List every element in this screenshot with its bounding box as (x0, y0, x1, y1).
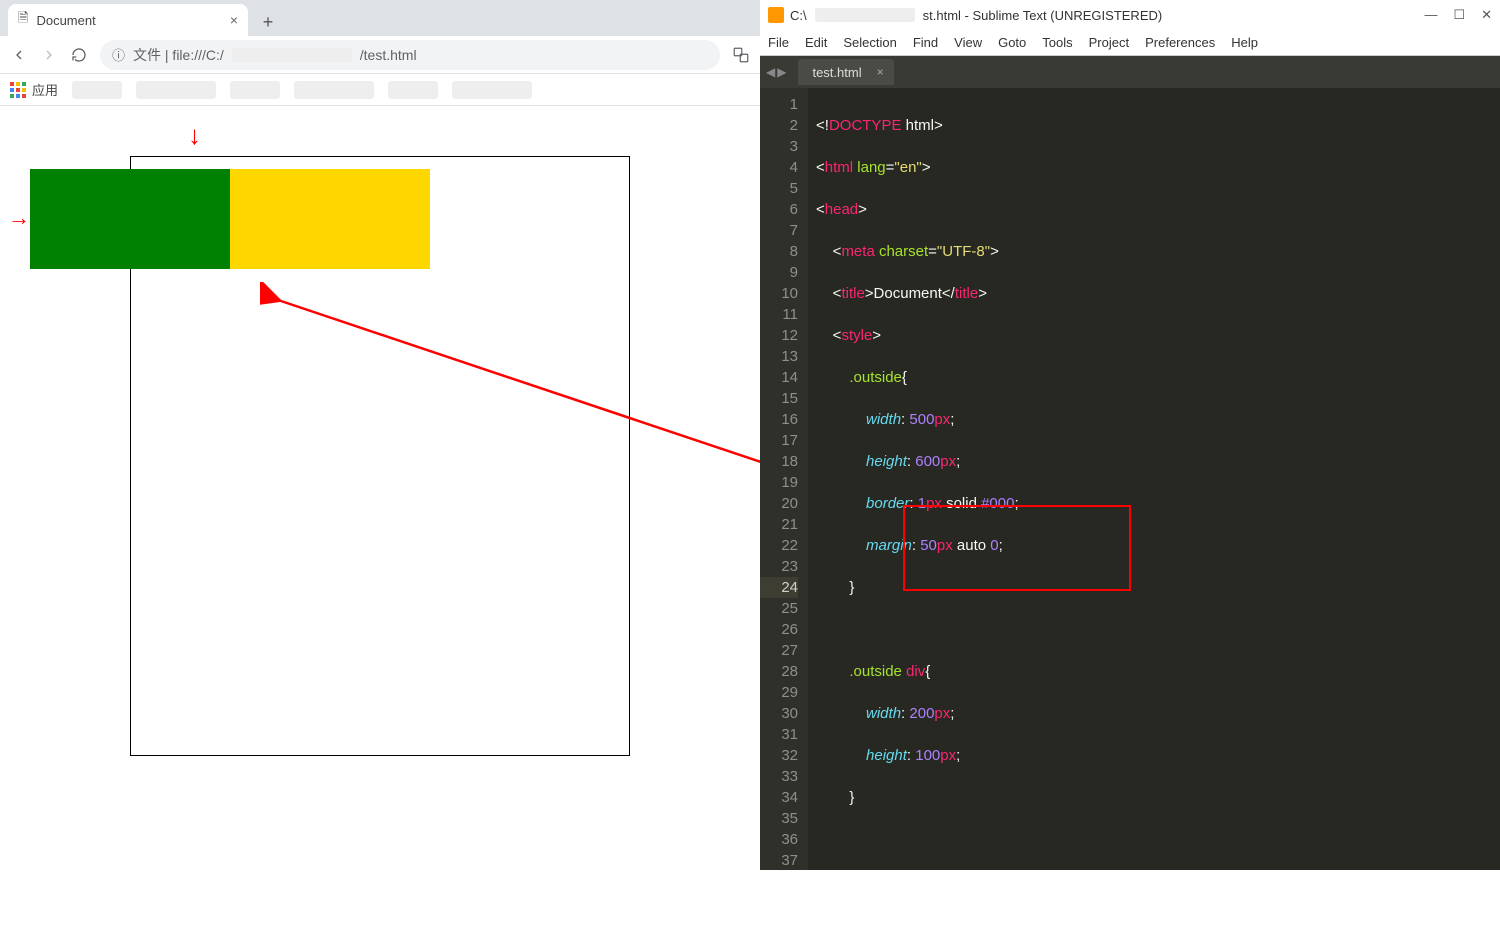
address-bar: ⓘ 文件 | file:///C:/ /test.html (0, 36, 760, 74)
close-button[interactable]: ✕ (1481, 7, 1492, 23)
title-suffix: st.html - Sublime Text (UNREGISTERED) (923, 8, 1163, 23)
annotation-arrow-right: → (8, 205, 30, 231)
menu-selection[interactable]: Selection (843, 35, 896, 50)
forward-button[interactable] (40, 46, 58, 64)
bookmark-item[interactable] (388, 81, 438, 99)
browser-tabbar: 🗎 Document × + (0, 0, 760, 36)
file-tab[interactable]: test.html × (798, 59, 893, 85)
close-tab-icon[interactable]: × (230, 12, 238, 28)
menu-help[interactable]: Help (1231, 35, 1258, 50)
close-file-icon[interactable]: × (877, 65, 884, 79)
menu-tools[interactable]: Tools (1042, 35, 1072, 50)
annotation-arrow-down: ↓ (188, 120, 201, 151)
page-icon: 🗎 (18, 9, 28, 31)
bookmark-item[interactable] (72, 81, 122, 99)
url-blur (232, 48, 352, 62)
apps-icon (10, 82, 26, 98)
box1-green (30, 169, 230, 269)
site-info-icon[interactable]: ⓘ (112, 45, 125, 64)
minimize-button[interactable]: — (1424, 7, 1437, 23)
sublime-menubar: File Edit Selection Find View Goto Tools… (760, 30, 1500, 56)
box2-gold (230, 169, 430, 269)
bookmark-item[interactable] (230, 81, 280, 99)
code-editor[interactable]: 1234567891011121314151617181920212223242… (760, 88, 1500, 870)
title-prefix: C:\ (790, 8, 807, 23)
sublime-titlebar[interactable]: C:\ st.html - Sublime Text (UNREGISTERED… (760, 0, 1500, 30)
new-tab-button[interactable]: + (254, 8, 282, 36)
menu-file[interactable]: File (768, 35, 789, 50)
url-text-suffix: /test.html (360, 47, 417, 63)
bookmarks-bar: 应用 (0, 74, 760, 106)
title-blur (815, 8, 915, 22)
sublime-window: C:\ st.html - Sublime Text (UNREGISTERED… (760, 0, 1500, 870)
url-text-prefix: 文件 | file:///C:/ (133, 45, 224, 65)
annotation-highlight-box (903, 505, 1131, 591)
tab-history-nav[interactable]: ◀▶ (766, 65, 786, 79)
menu-goto[interactable]: Goto (998, 35, 1026, 50)
bookmark-item[interactable] (294, 81, 374, 99)
file-tab-label: test.html (812, 65, 861, 80)
chevron-right-icon: ▶ (777, 65, 786, 79)
chevron-left-icon: ◀ (766, 65, 775, 79)
menu-edit[interactable]: Edit (805, 35, 827, 50)
menu-view[interactable]: View (954, 35, 982, 50)
bookmark-item[interactable] (452, 81, 532, 99)
translate-icon[interactable] (732, 46, 750, 64)
outside-box (130, 156, 630, 756)
chrome-window: 🗎 Document × + ⓘ 文件 | file:///C:/ /test.… (0, 0, 760, 870)
page-viewport (0, 156, 760, 756)
menu-find[interactable]: Find (913, 35, 938, 50)
menu-preferences[interactable]: Preferences (1145, 35, 1215, 50)
window-controls: — ☐ ✕ (1424, 7, 1492, 23)
line-gutter: 1234567891011121314151617181920212223242… (760, 88, 808, 870)
browser-tab[interactable]: 🗎 Document × (8, 4, 248, 36)
apps-button[interactable]: 应用 (10, 80, 58, 99)
sublime-tabstrip: ◀▶ test.html × (760, 56, 1500, 88)
back-button[interactable] (10, 46, 28, 64)
apps-label: 应用 (32, 80, 58, 99)
reload-button[interactable] (70, 46, 88, 64)
menu-project[interactable]: Project (1089, 35, 1129, 50)
sublime-icon (768, 7, 784, 23)
tab-title: Document (36, 13, 95, 28)
url-input[interactable]: ⓘ 文件 | file:///C:/ /test.html (100, 40, 720, 70)
maximize-button[interactable]: ☐ (1453, 7, 1465, 23)
bookmark-item[interactable] (136, 81, 216, 99)
code-area[interactable]: <!DOCTYPE html> <html lang="en"> <head> … (808, 88, 1500, 870)
